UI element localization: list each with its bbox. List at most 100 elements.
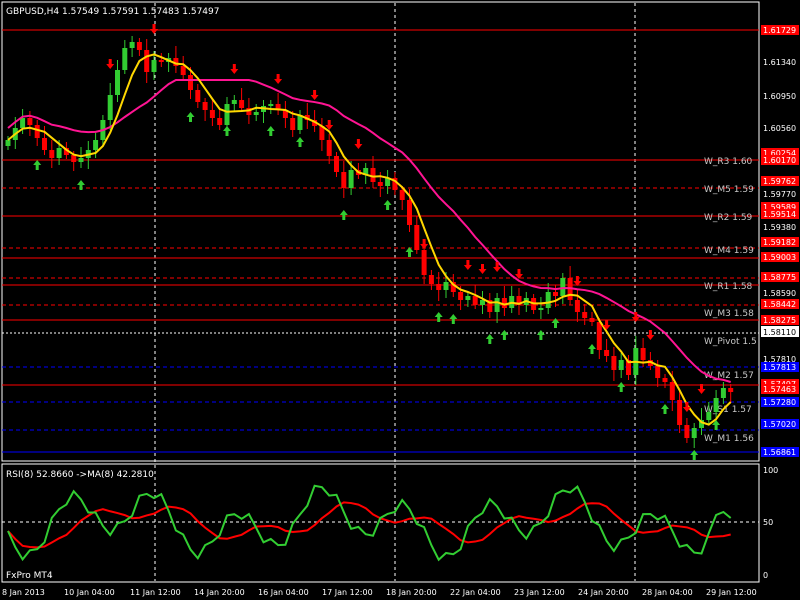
candle-body — [553, 292, 558, 296]
candle-body — [195, 90, 201, 102]
price-tag: 1.59762 — [761, 176, 799, 186]
date-label: 17 Jan 12:00 — [322, 588, 373, 597]
date-label: 23 Jan 12:00 — [514, 588, 565, 597]
candle-body — [34, 125, 40, 138]
candle-body — [574, 300, 580, 312]
candle-body — [582, 312, 588, 318]
price-tag: 1.60170 — [761, 155, 799, 165]
candle-body — [290, 118, 296, 130]
price-tag: 1.59514 — [761, 209, 799, 219]
candle-body — [348, 170, 354, 188]
candle-body — [49, 150, 55, 158]
candle-body — [231, 100, 237, 104]
date-label: 18 Jan 20:00 — [386, 588, 437, 597]
candle-body — [560, 278, 566, 296]
candle-body — [253, 112, 259, 115]
candle-body — [115, 70, 120, 95]
price-tag: 1.58775 — [761, 272, 799, 282]
level-label: W_Pivot 1.5 — [704, 337, 757, 347]
candle-body — [56, 148, 62, 158]
candle-body — [71, 155, 77, 162]
candle-body — [728, 388, 734, 392]
brand-label: FxPro MT4 — [6, 571, 53, 581]
candle-body — [691, 428, 697, 438]
candle-body — [465, 296, 471, 300]
chart-header: GBPUSD,H4 1.57549 1.57591 1.57483 1.5749… — [6, 7, 219, 17]
price-tag: 1.57813 — [761, 362, 799, 372]
current-price-tag: 1.58110 — [761, 326, 799, 337]
candle-body — [122, 48, 128, 70]
candle-body — [144, 50, 150, 72]
candle-body — [684, 425, 690, 438]
date-label: 14 Jan 20:00 — [194, 588, 245, 597]
candle-body — [224, 104, 230, 125]
svg-text:1.57463: 1.57463 — [763, 385, 796, 394]
candle-body — [27, 118, 33, 125]
candle-body — [480, 300, 485, 305]
svg-text:1.59762: 1.59762 — [763, 177, 796, 186]
price-label: 1.59770 — [763, 190, 796, 199]
candle-body — [472, 296, 478, 305]
price-tag: 1.57020 — [761, 419, 799, 429]
rsi-label: RSI(8) 52.8660 ->MA(8) 42.2810 — [6, 470, 154, 480]
date-label: 8 Jan 2013 — [2, 588, 45, 597]
candle-body — [414, 225, 420, 250]
candle-body — [443, 282, 449, 290]
candle-body — [538, 308, 544, 310]
candle-body — [669, 382, 675, 400]
price-tag: 1.57280 — [761, 397, 799, 407]
svg-text:1.58275: 1.58275 — [763, 316, 796, 325]
candle-body — [129, 42, 135, 48]
candle-body — [407, 200, 412, 225]
candle-body — [158, 60, 164, 62]
price-label: 1.60560 — [763, 124, 796, 133]
candle-body — [720, 388, 726, 398]
price-tag: 1.58442 — [761, 299, 799, 309]
candle-body — [428, 275, 434, 284]
candle-body — [136, 42, 142, 50]
svg-text:1.58110: 1.58110 — [763, 328, 796, 337]
price-tag: 1.56861 — [761, 447, 799, 457]
level-label: W_M4 1.59 — [704, 246, 754, 256]
candle-body — [42, 138, 47, 150]
date-label: 28 Jan 04:00 — [642, 588, 693, 597]
candle-body — [20, 118, 26, 128]
candle-body — [545, 292, 551, 308]
level-label: W_R1 1.58 — [704, 282, 753, 292]
candle-body — [217, 118, 223, 125]
rsi-axis-label: 0 — [763, 571, 768, 580]
level-label: W_M1 1.56 — [704, 434, 754, 444]
price-tag: 1.58275 — [761, 315, 799, 325]
candle-body — [268, 104, 274, 106]
candle-body — [341, 172, 347, 188]
svg-text:1.61729: 1.61729 — [763, 26, 796, 35]
candle-body — [596, 322, 602, 350]
candle-body — [209, 110, 215, 118]
candle-body — [5, 140, 11, 146]
candle-body — [370, 168, 376, 182]
candle-body — [107, 95, 113, 120]
candle-body — [334, 156, 339, 172]
candle-body — [188, 75, 193, 90]
candle-body — [202, 102, 208, 110]
candle-body — [239, 100, 245, 108]
rsi-axis-label: 100 — [763, 466, 778, 475]
date-label: 11 Jan 12:00 — [130, 588, 181, 597]
svg-text:1.59003: 1.59003 — [763, 253, 796, 262]
candle-body — [326, 140, 332, 156]
date-label: 22 Jan 04:00 — [450, 588, 501, 597]
date-label: 16 Jan 04:00 — [258, 588, 309, 597]
price-label: 1.58590 — [763, 289, 796, 298]
svg-text:1.59514: 1.59514 — [763, 210, 796, 219]
price-tag: 1.59003 — [761, 252, 799, 262]
candle-body — [706, 412, 712, 420]
chart-window[interactable]: W_R3 1.60 W_M5 1.59 W_R2 1.59 W_M4 1.59 … — [0, 0, 800, 600]
svg-text:1.58775: 1.58775 — [763, 273, 796, 282]
candle-body — [611, 356, 617, 370]
candle-body — [589, 318, 595, 322]
date-label: 24 Jan 20:00 — [578, 588, 629, 597]
candle-body — [93, 140, 99, 150]
candle-body — [399, 190, 405, 200]
candle-body — [78, 158, 84, 162]
candle-body — [618, 360, 624, 370]
